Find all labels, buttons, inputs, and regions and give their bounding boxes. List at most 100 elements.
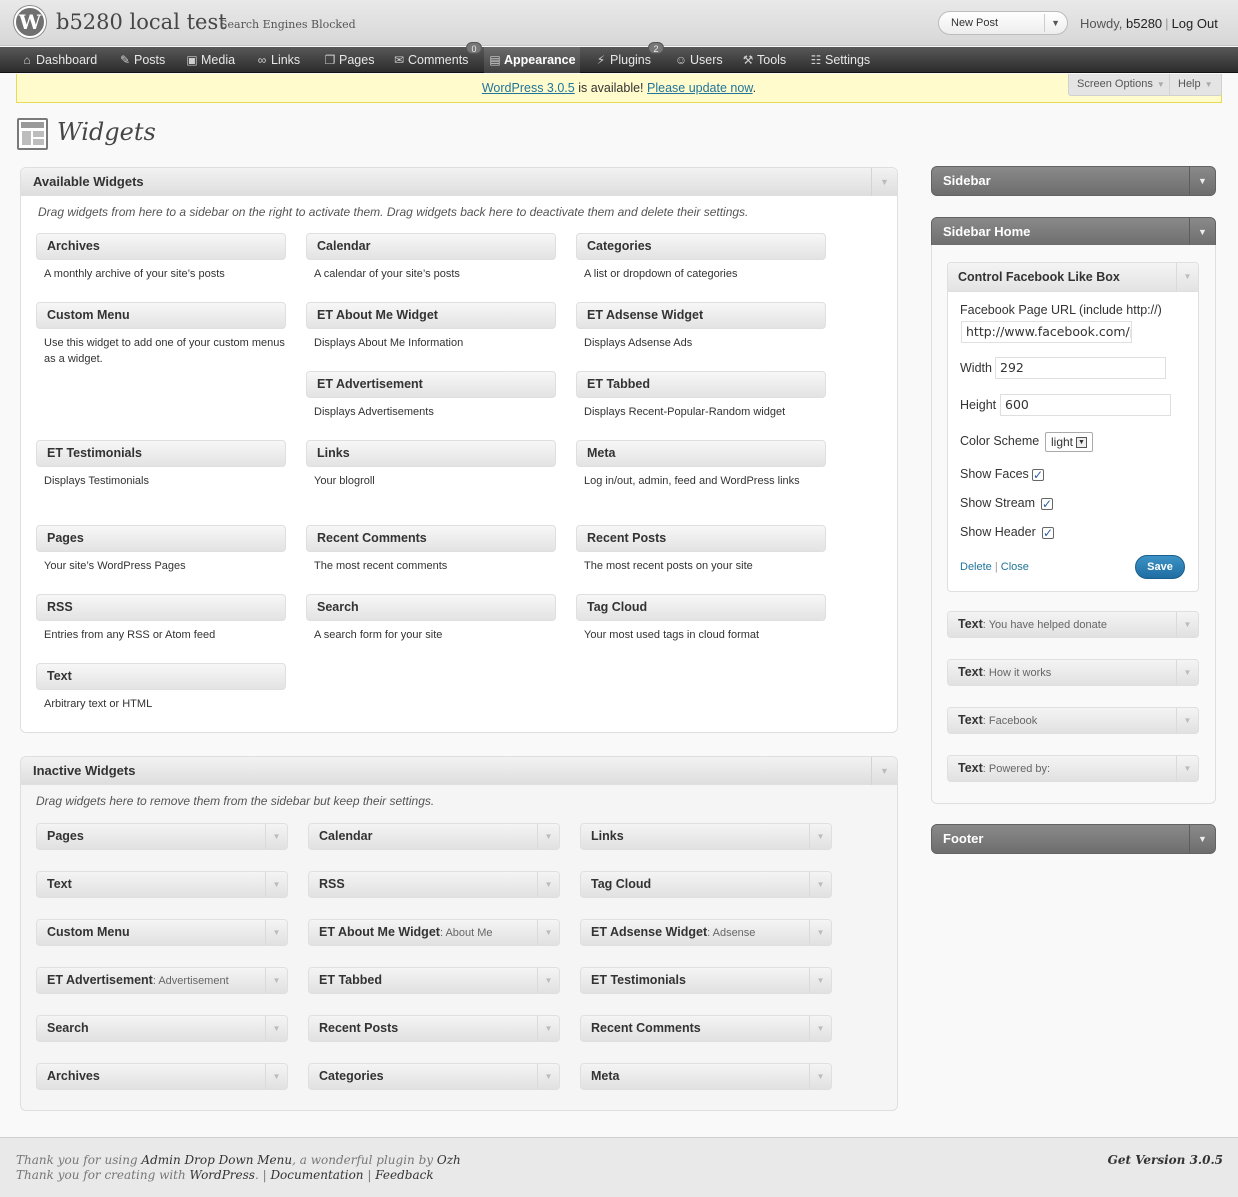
inactive-widget[interactable]: Text ▼ <box>36 871 288 898</box>
chevron-down-icon[interactable]: ▼ <box>1189 218 1215 246</box>
show-stream-checkbox[interactable]: ✓ <box>1041 498 1053 510</box>
available-widget[interactable]: ET Advertisement <box>306 371 556 398</box>
chevron-down-icon[interactable]: ▼ <box>1176 612 1198 637</box>
delete-link[interactable]: Delete <box>960 561 992 573</box>
sidebar-text-widget[interactable]: Text: You have helped donate ▼ <box>947 611 1199 638</box>
inactive-widget[interactable]: ET Testimonials ▼ <box>580 967 832 994</box>
available-widget[interactable]: Meta <box>576 440 826 467</box>
show-header-checkbox[interactable]: ✓ <box>1042 527 1054 539</box>
inactive-widget[interactable]: Meta ▼ <box>580 1063 832 1090</box>
available-widget[interactable]: RSS <box>36 594 286 621</box>
chevron-down-icon[interactable]: ▼ <box>537 872 559 897</box>
chevron-down-icon[interactable]: ▼ <box>537 1016 559 1041</box>
show-faces-checkbox[interactable]: ✓ <box>1032 469 1044 481</box>
chevron-down-icon[interactable]: ▼ <box>871 168 897 196</box>
available-widget[interactable]: Recent Comments <box>306 525 556 552</box>
chevron-down-icon[interactable]: ▼ <box>1051 12 1060 34</box>
chevron-down-icon[interactable]: ▼ <box>537 968 559 993</box>
inactive-widget[interactable]: Pages ▼ <box>36 823 288 850</box>
chevron-down-icon[interactable]: ▼ <box>1189 825 1215 853</box>
available-widget[interactable]: Search <box>306 594 556 621</box>
feedback-link[interactable]: Feedback <box>375 1168 433 1182</box>
inactive-widget[interactable]: Links ▼ <box>580 823 832 850</box>
available-widget[interactable]: Pages <box>36 525 286 552</box>
inactive-widget[interactable]: Categories ▼ <box>308 1063 560 1090</box>
username-link[interactable]: b5280 <box>1126 16 1162 31</box>
menu-item-links[interactable]: ∞ Links <box>251 47 304 73</box>
chevron-down-icon[interactable]: ▼ <box>265 1064 287 1089</box>
sidebar-area-footer[interactable]: Footer ▼ <box>931 824 1216 854</box>
menu-item-settings[interactable]: ☷ Settings <box>805 47 874 73</box>
menu-item-users[interactable]: ☺ Users <box>670 47 727 73</box>
version-link[interactable]: WordPress 3.0.5 <box>482 81 575 95</box>
chevron-down-icon[interactable]: ▼ <box>537 1064 559 1089</box>
menu-item-comments[interactable]: ✉ Comments 0 <box>388 42 482 73</box>
sidebar-text-widget[interactable]: Text: How it works ▼ <box>947 659 1199 686</box>
logout-link[interactable]: Log Out <box>1172 16 1218 31</box>
inactive-widget[interactable]: RSS ▼ <box>308 871 560 898</box>
available-widget[interactable]: ET About Me Widget <box>306 302 556 329</box>
menu-item-appearance[interactable]: ▤ Appearance <box>484 47 580 73</box>
available-widgets-header[interactable]: Available Widgets ▼ <box>21 168 897 196</box>
author-link[interactable]: Ozh <box>437 1153 461 1167</box>
menu-item-plugins[interactable]: ⚡ Plugins 2 <box>590 42 664 73</box>
color-scheme-select[interactable]: light ▼ <box>1045 432 1093 452</box>
available-widget[interactable]: ET Tabbed <box>576 371 826 398</box>
chevron-down-icon[interactable]: ▼ <box>809 824 831 849</box>
inactive-widget[interactable]: Archives ▼ <box>36 1063 288 1090</box>
chevron-down-icon[interactable]: ▼ <box>1176 263 1198 291</box>
inactive-widget[interactable]: Recent Comments ▼ <box>580 1015 832 1042</box>
available-widget[interactable]: Archives <box>36 233 286 260</box>
chevron-down-icon[interactable]: ▼ <box>871 757 897 785</box>
wordpress-logo-icon[interactable]: W <box>14 6 46 38</box>
update-now-link[interactable]: Please update now <box>647 81 753 95</box>
available-widget[interactable]: ET Adsense Widget <box>576 302 826 329</box>
chevron-down-icon[interactable]: ▼ <box>265 920 287 945</box>
inactive-widget[interactable]: Calendar ▼ <box>308 823 560 850</box>
inactive-widget[interactable]: ET Tabbed ▼ <box>308 967 560 994</box>
sidebar-area-sidebar[interactable]: Sidebar ▼ <box>931 166 1216 196</box>
height-field[interactable]: 600 <box>1000 394 1171 416</box>
menu-item-media[interactable]: ▣ Media <box>181 47 239 73</box>
width-field[interactable]: 292 <box>995 357 1166 379</box>
wordpress-link[interactable]: WordPress <box>190 1168 255 1182</box>
available-widget[interactable]: Custom Menu <box>36 302 286 329</box>
facebook-url-field[interactable]: http://www.facebook.com/p <box>961 321 1132 343</box>
chevron-down-icon[interactable]: ▼ <box>809 968 831 993</box>
inactive-widget[interactable]: Custom Menu ▼ <box>36 919 288 946</box>
inactive-widget[interactable]: ET Advertisement: Advertisement ▼ <box>36 967 288 994</box>
available-widget[interactable]: Text <box>36 663 286 690</box>
save-button[interactable]: Save <box>1135 555 1185 579</box>
documentation-link[interactable]: Documentation <box>270 1168 363 1182</box>
widget-title-bar[interactable]: Control Facebook Like Box ▼ <box>948 263 1198 292</box>
inactive-widget[interactable]: Search ▼ <box>36 1015 288 1042</box>
chevron-down-icon[interactable]: ▼ <box>1176 756 1198 781</box>
menu-item-dashboard[interactable]: ⌂ Dashboard <box>16 47 101 73</box>
chevron-down-icon[interactable]: ▼ <box>265 1016 287 1041</box>
inactive-widget[interactable]: Tag Cloud ▼ <box>580 871 832 898</box>
available-widget[interactable]: Calendar <box>306 233 556 260</box>
plugin-link[interactable]: Admin Drop Down Menu <box>141 1153 292 1167</box>
favorite-actions-dropdown[interactable]: New Post ▼ <box>938 11 1068 35</box>
chevron-down-icon[interactable]: ▼ <box>265 872 287 897</box>
chevron-down-icon[interactable]: ▼ <box>1189 167 1215 195</box>
chevron-down-icon[interactable]: ▼ <box>809 1064 831 1089</box>
close-link[interactable]: Close <box>1001 561 1029 573</box>
site-title[interactable]: b5280 local test <box>56 10 227 34</box>
chevron-down-icon[interactable]: ▼ <box>265 968 287 993</box>
chevron-down-icon[interactable]: ▼ <box>1176 660 1198 685</box>
inactive-widgets-header[interactable]: Inactive Widgets ▼ <box>21 757 897 785</box>
inactive-widget[interactable]: Recent Posts ▼ <box>308 1015 560 1042</box>
chevron-down-icon[interactable]: ▼ <box>1176 708 1198 733</box>
available-widget[interactable]: Recent Posts <box>576 525 826 552</box>
chevron-down-icon[interactable]: ▼ <box>265 824 287 849</box>
available-widget[interactable]: ET Testimonials <box>36 440 286 467</box>
inactive-widget[interactable]: ET Adsense Widget: Adsense ▼ <box>580 919 832 946</box>
sidebar-text-widget[interactable]: Text: Powered by: ▼ <box>947 755 1199 782</box>
chevron-down-icon[interactable]: ▼ <box>809 872 831 897</box>
menu-item-tools[interactable]: ⚒ Tools <box>737 47 790 73</box>
chevron-down-icon[interactable]: ▼ <box>537 920 559 945</box>
chevron-down-icon[interactable]: ▼ <box>537 824 559 849</box>
menu-item-posts[interactable]: ✎ Posts <box>114 47 169 73</box>
available-widget[interactable]: Links <box>306 440 556 467</box>
